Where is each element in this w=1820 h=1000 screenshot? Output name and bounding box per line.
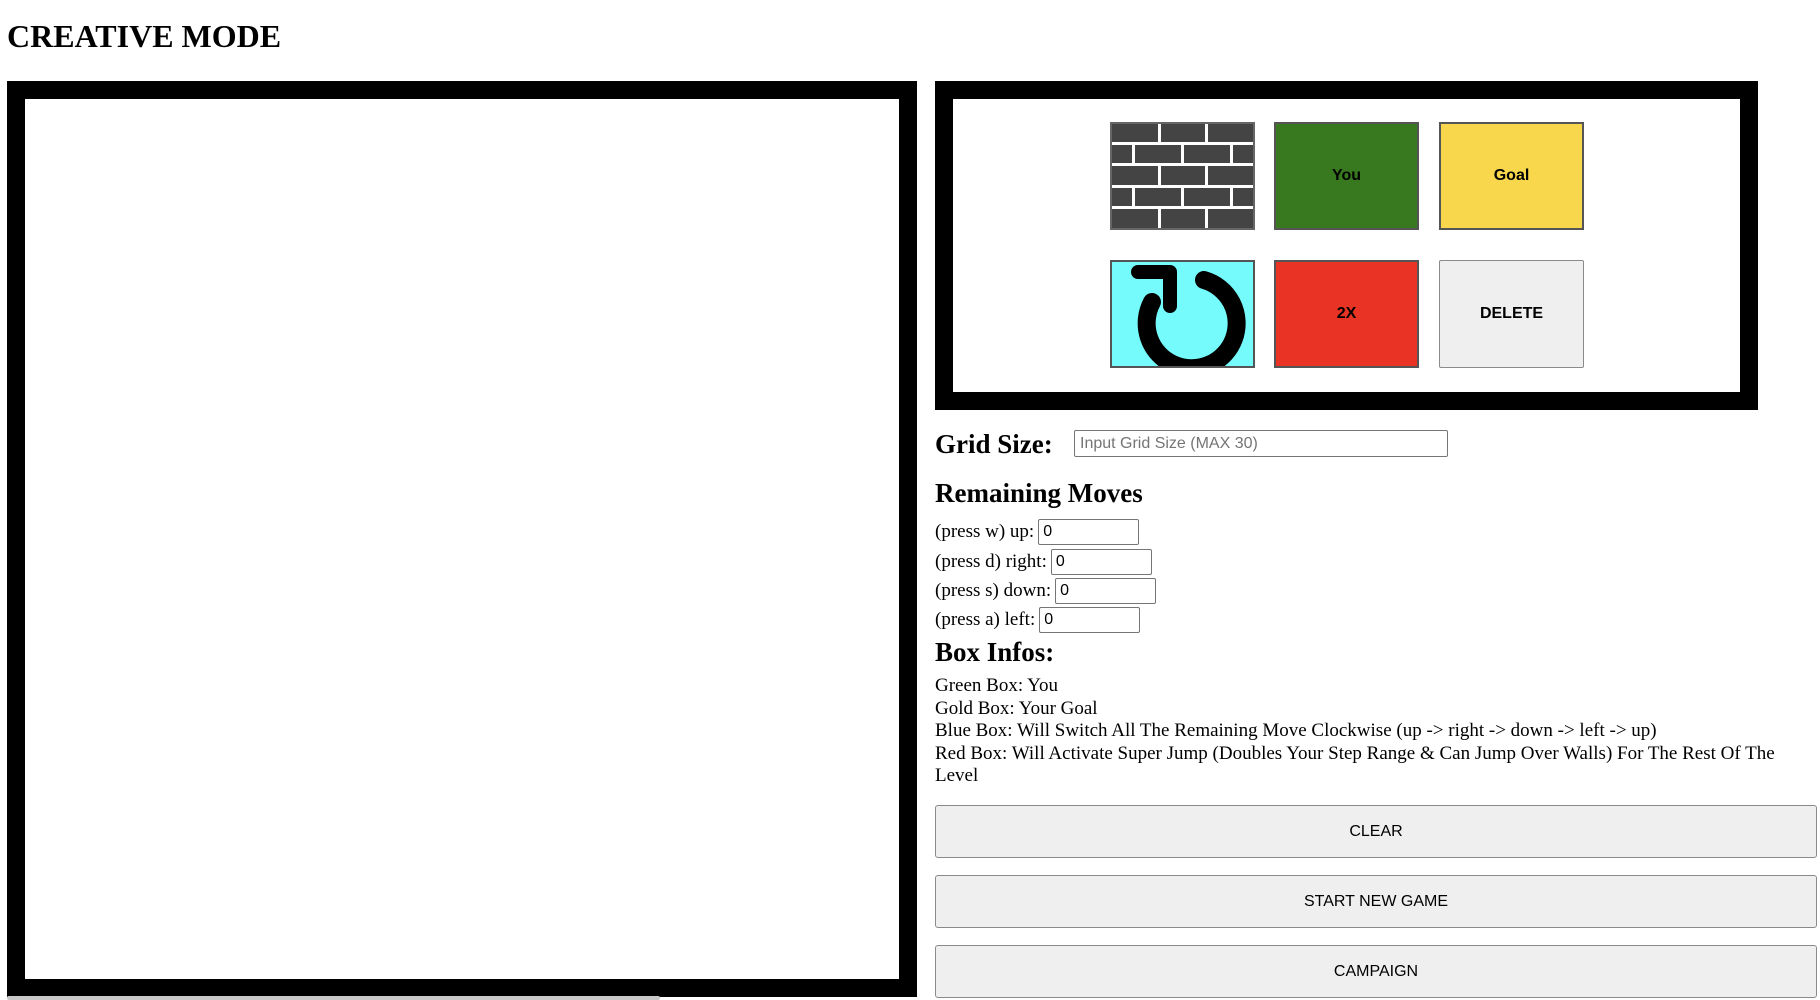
goal-tile-label: Goal xyxy=(1493,167,1530,184)
moves-right-row: (press d) right: xyxy=(935,549,1152,575)
page-title: CREATIVE MODE xyxy=(7,18,282,54)
moves-up-row: (press w) up: xyxy=(935,519,1140,545)
rotate-tile-button[interactable] xyxy=(1110,260,1255,368)
double-jump-tile-label: 2X xyxy=(1336,305,1357,322)
moves-down-input[interactable] xyxy=(1055,578,1157,604)
wall-tile-button[interactable] xyxy=(1110,122,1255,230)
moves-up-label: (press w) up: xyxy=(935,521,1035,542)
moves-left-row: (press a) left: xyxy=(935,607,1141,633)
moves-down-row: (press s) down: xyxy=(935,578,1157,604)
box-infos-heading: Box Infos: xyxy=(935,637,1055,667)
moves-left-label: (press a) left: xyxy=(935,609,1036,630)
moves-right-label: (press d) right: xyxy=(935,551,1047,572)
info-line-green: Green Box: You xyxy=(935,675,1058,696)
horizontal-scrollbar[interactable] xyxy=(7,996,660,1000)
goal-tile-button[interactable]: Goal xyxy=(1439,122,1584,230)
grid-size-label: Grid Size: xyxy=(935,428,1053,459)
box-infos-list: Green Box: You Gold Box: Your Goal Blue … xyxy=(935,675,1815,788)
moves-up-input[interactable] xyxy=(1038,519,1140,545)
moves-right-input[interactable] xyxy=(1050,549,1152,575)
brick-wall-icon xyxy=(1112,124,1253,228)
game-board[interactable] xyxy=(7,81,917,997)
you-tile-label: You xyxy=(1331,167,1362,184)
moves-down-label: (press s) down: xyxy=(935,580,1052,601)
info-line-gold: Gold Box: Your Goal xyxy=(935,697,1098,719)
info-line-red: Red Box: Will Activate Super Jump (Doubl… xyxy=(935,742,1775,787)
start-new-game-button[interactable]: START NEW GAME xyxy=(935,875,1817,928)
moves-left-input[interactable] xyxy=(1039,607,1141,633)
you-tile-button[interactable]: You xyxy=(1274,122,1419,230)
clockwise-rotate-icon xyxy=(1112,262,1253,366)
grid-size-row: Grid Size: xyxy=(935,426,1053,462)
remaining-moves-heading: Remaining Moves xyxy=(935,478,1143,508)
delete-tile-button[interactable]: DELETE xyxy=(1439,260,1584,368)
grid-size-input[interactable] xyxy=(1074,430,1448,457)
info-line-blue: Blue Box: Will Switch All The Remaining … xyxy=(935,720,1657,741)
clear-button[interactable]: CLEAR xyxy=(935,805,1817,858)
campaign-button[interactable]: CAMPAIGN xyxy=(935,945,1817,998)
delete-tile-label: DELETE xyxy=(1479,305,1544,322)
double-jump-tile-button[interactable]: 2X xyxy=(1274,260,1419,368)
